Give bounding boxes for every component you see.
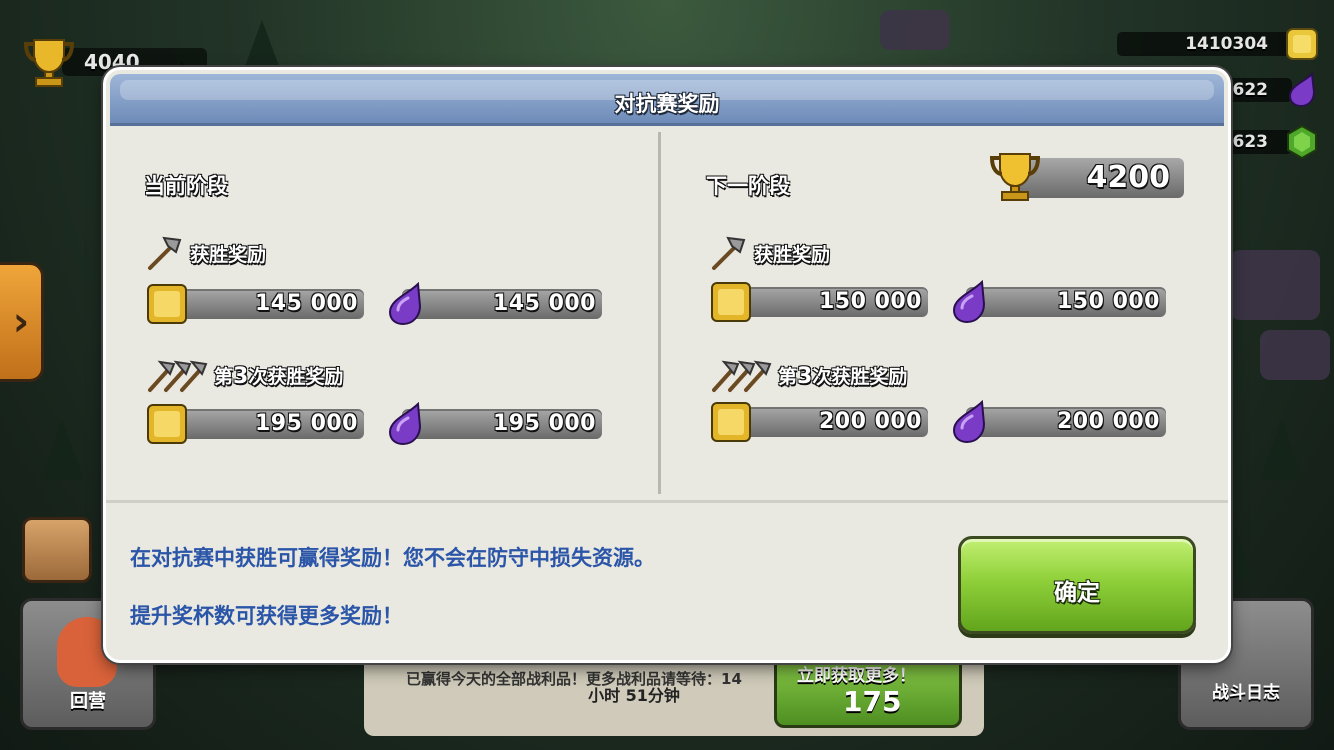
builder-tool-button[interactable]	[22, 517, 92, 583]
trophy-requirement-value: 4200	[1086, 160, 1171, 195]
hammer-icon	[712, 236, 746, 270]
rock-decoration	[1230, 250, 1320, 320]
stage-divider	[658, 132, 661, 494]
confirm-button[interactable]: 确定	[958, 536, 1196, 634]
triple-hammer-icon	[148, 360, 208, 392]
elixir-drop-icon	[952, 280, 986, 324]
next-win-gold: 150 000	[710, 280, 928, 324]
current-win-label: 获胜奖励	[190, 243, 267, 266]
trophy-icon	[23, 39, 75, 87]
tree-decoration	[1260, 420, 1304, 480]
next-third-elixir: 200 000	[948, 400, 1166, 444]
gold-coin-icon	[711, 282, 751, 322]
current-stage-title: 当前阶段	[144, 174, 228, 198]
gem-icon	[1287, 124, 1317, 160]
current-third-gold-amount: 195 000	[254, 411, 358, 436]
next-third-win-reward-label: 第3次获胜奖励	[710, 356, 907, 394]
current-win-gold-amount: 145 000	[254, 291, 358, 316]
buy-more-cost: 175	[843, 685, 902, 718]
buy-more-button[interactable]: 立即获取更多！ 175	[774, 648, 962, 728]
current-win-elixir-amount: 145 000	[492, 291, 596, 316]
dialog-title: 对抗赛奖励	[614, 92, 720, 116]
rock-decoration	[880, 10, 950, 50]
current-third-elixir: 195 000	[384, 402, 602, 446]
next-win-reward-label: 获胜奖励	[710, 234, 830, 272]
hammer-icon	[148, 236, 182, 270]
gold-coin-icon	[147, 404, 187, 444]
info-text-line-2: 提升奖杯数可获得更多奖励！	[130, 604, 403, 628]
hud-gold: 1410304	[1117, 28, 1320, 60]
dialog-header: 对抗赛奖励	[110, 74, 1224, 126]
current-win-gold: 145 000	[146, 282, 364, 326]
triple-hammer-icon	[712, 360, 772, 392]
confirm-button-label: 确定	[1054, 580, 1100, 606]
info-text-line-1: 在对抗赛中获胜可赢得奖励！您不会在防守中损失资源。	[130, 546, 655, 570]
side-expand-arrow[interactable]: ›	[0, 262, 44, 382]
chevron-right-icon: ›	[12, 299, 30, 345]
gold-coin-icon	[147, 284, 187, 324]
rock-decoration	[1260, 330, 1330, 380]
gold-coin-icon	[1286, 28, 1318, 60]
next-third-gold-amount: 200 000	[818, 409, 922, 434]
next-win-label: 获胜奖励	[754, 243, 831, 266]
versus-rewards-dialog: 对抗赛奖励 当前阶段 获胜奖励 145 000 145 000 第3次获胜奖励 …	[106, 70, 1228, 660]
next-win-gold-amount: 150 000	[818, 289, 922, 314]
elixir-drop-icon	[952, 400, 986, 444]
current-third-win-reward-label: 第3次获胜奖励	[146, 356, 343, 394]
trophy-icon	[989, 153, 1041, 201]
next-win-elixir: 150 000	[948, 280, 1166, 324]
current-win-reward-label: 获胜奖励	[146, 234, 266, 272]
next-third-elixir-amount: 200 000	[1056, 409, 1160, 434]
current-third-gold: 195 000	[146, 402, 364, 446]
buy-more-label: 立即获取更多！	[797, 666, 916, 686]
footer-separator	[106, 500, 1228, 503]
current-third-win-label: 第3次获胜奖励	[214, 363, 344, 389]
next-third-win-label: 第3次获胜奖励	[778, 363, 908, 389]
next-stage-trophy-requirement: 4200	[988, 153, 1184, 201]
gold-amount: 1410304	[1185, 34, 1268, 54]
gold-coin-icon	[711, 402, 751, 442]
battle-log-label: 战斗日志	[1212, 683, 1280, 703]
next-stage-title: 下一阶段	[706, 174, 790, 198]
elixir-drop-icon	[388, 402, 422, 446]
elixir-drop-icon	[388, 282, 422, 326]
current-third-elixir-amount: 195 000	[492, 411, 596, 436]
return-home-label: 回营	[70, 691, 106, 712]
next-win-elixir-amount: 150 000	[1056, 289, 1160, 314]
current-win-elixir: 145 000	[384, 282, 602, 326]
elixir-drop-icon	[1288, 72, 1316, 108]
next-third-gold: 200 000	[710, 400, 928, 444]
tree-decoration	[40, 420, 84, 480]
